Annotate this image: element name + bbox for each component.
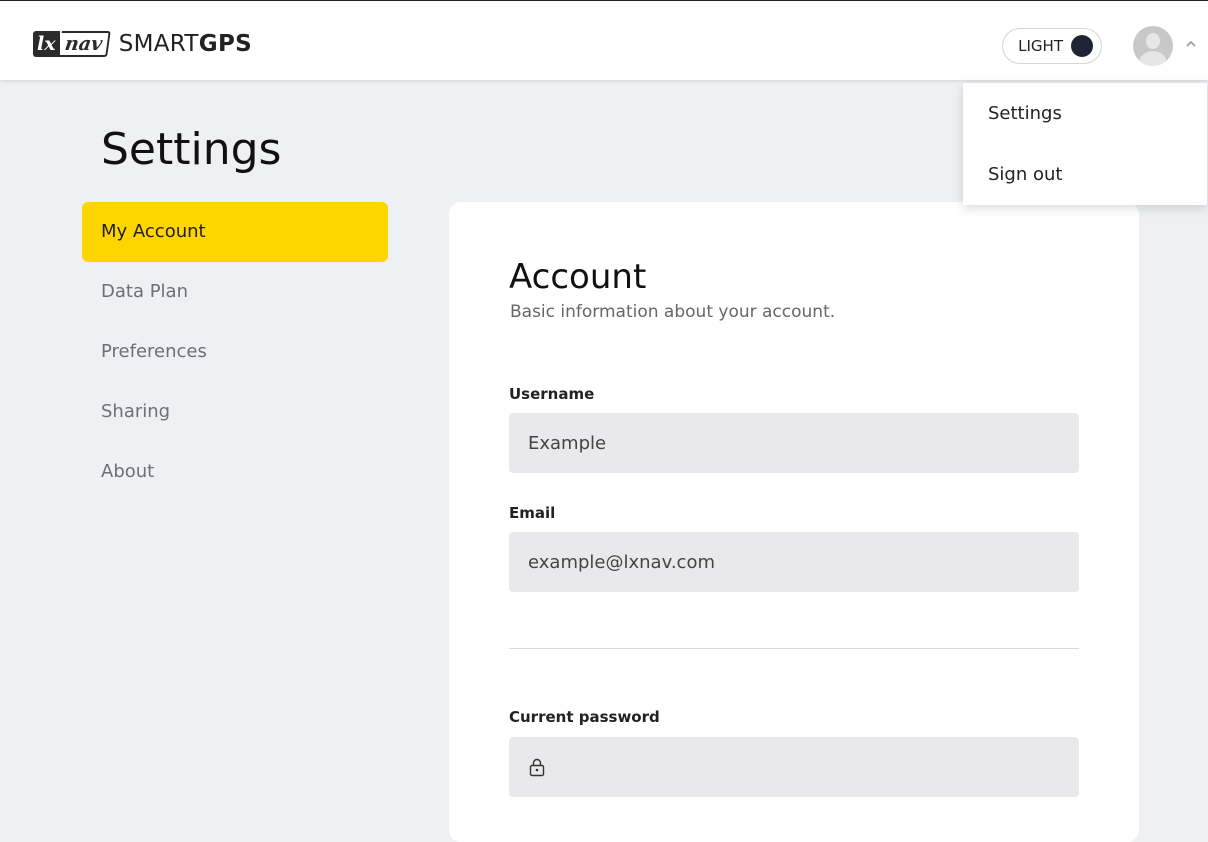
- avatar-body-icon: [1139, 51, 1167, 66]
- avatar-head-icon: [1146, 33, 1160, 49]
- username-field[interactable]: Example: [509, 413, 1079, 473]
- logo-nav: nav: [57, 31, 111, 57]
- sidebar-item-data-plan[interactable]: Data Plan: [82, 262, 388, 322]
- top-bar: lx nav SMARTGPS LIGHT: [0, 0, 1208, 80]
- app-name: SMARTGPS: [119, 31, 252, 57]
- app-name-light: SMART: [118, 31, 199, 57]
- toggle-knob-icon: [1071, 35, 1093, 57]
- username-label: Username: [509, 385, 595, 403]
- sidebar-item-preferences[interactable]: Preferences: [82, 322, 388, 382]
- sidebar-item-my-account[interactable]: My Account: [82, 202, 388, 262]
- account-card: Account Basic information about your acc…: [449, 202, 1139, 842]
- menu-item-settings[interactable]: Settings: [963, 83, 1207, 144]
- username-value: Example: [528, 432, 607, 454]
- current-password-field[interactable]: [509, 737, 1079, 797]
- theme-toggle-label: LIGHT: [1018, 37, 1063, 55]
- email-field[interactable]: example@lxnav.com: [509, 532, 1079, 592]
- user-dropdown-menu: Settings Sign out: [963, 83, 1207, 205]
- sidebar-item-about[interactable]: About: [82, 442, 388, 502]
- settings-sidebar: My Account Data Plan Preferences Sharing…: [82, 202, 388, 502]
- lock-icon: [529, 758, 545, 777]
- email-value: example@lxnav.com: [528, 551, 715, 573]
- account-subtitle: Basic information about your account.: [510, 302, 836, 322]
- app-logo[interactable]: lx nav SMARTGPS: [33, 28, 252, 60]
- account-title: Account: [509, 257, 647, 297]
- app-name-bold: GPS: [198, 31, 252, 57]
- logo-lx: lx: [33, 31, 60, 57]
- sidebar-item-sharing[interactable]: Sharing: [82, 382, 388, 442]
- chevron-up-icon[interactable]: [1184, 37, 1198, 51]
- page-title: Settings: [101, 124, 282, 175]
- email-label: Email: [509, 504, 556, 522]
- lxnav-logo: lx nav: [33, 31, 111, 57]
- current-password-label: Current password: [509, 708, 660, 726]
- avatar[interactable]: [1133, 26, 1173, 66]
- section-divider: [509, 648, 1079, 649]
- theme-toggle[interactable]: LIGHT: [1002, 28, 1102, 64]
- menu-item-sign-out[interactable]: Sign out: [963, 144, 1207, 205]
